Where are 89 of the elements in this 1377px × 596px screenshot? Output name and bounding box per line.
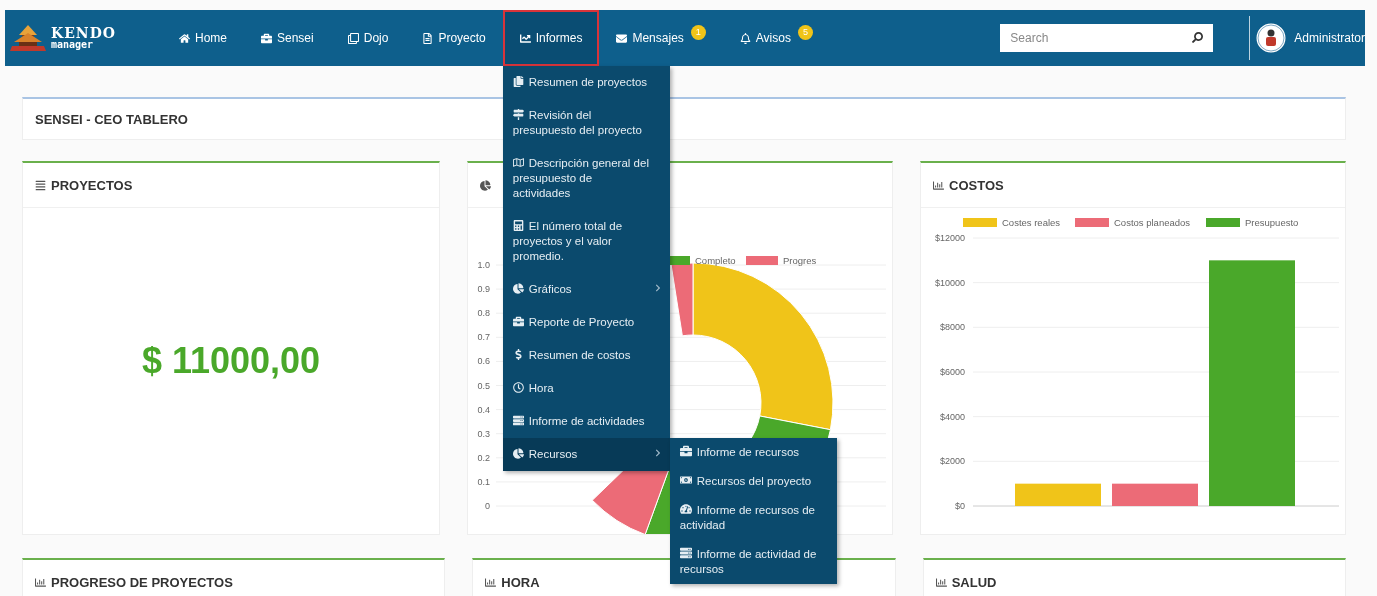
- menu-item[interactable]: Revisión del presupuesto del proyecto: [502, 99, 670, 147]
- axis-label: $4000: [939, 411, 965, 422]
- menu-item[interactable]: Resumen de proyectos: [502, 66, 670, 99]
- menu-item[interactable]: Descripción general del presupuesto de actividades: [502, 147, 670, 210]
- briefcase-icon: [512, 316, 524, 327]
- user-menu[interactable]: Administrator: [1254, 10, 1365, 66]
- axis-label: 0.7: [477, 332, 490, 343]
- card-title: HORA: [501, 574, 540, 590]
- pie-chart-icon: [512, 283, 524, 294]
- axis-label: 1.0: [477, 260, 490, 270]
- list-icon: [35, 179, 46, 191]
- list-icon: [679, 547, 692, 559]
- copy-icon: [512, 76, 524, 87]
- list-icon: [512, 415, 524, 426]
- bar-chart-icon: [933, 179, 944, 191]
- legend-label: Costos planeados: [1114, 217, 1191, 228]
- bar-chart-icon: [485, 576, 497, 588]
- menu-item[interactable]: Informe de actividades: [502, 405, 670, 438]
- nav-link[interactable]: Dojo: [330, 10, 406, 66]
- copy-icon: [347, 32, 359, 44]
- page-title: SENSEI - CEO TABLERO: [35, 111, 188, 127]
- bar-chart-icon: [935, 576, 947, 588]
- axis-label: 0.2: [477, 452, 490, 463]
- nav-link[interactable]: Home: [162, 10, 244, 66]
- axis-label: $6000: [939, 367, 965, 377]
- logo-title: KENDO: [51, 26, 116, 40]
- menu-item[interactable]: Informe de recursos: [669, 438, 837, 467]
- card-title: PROGRESO DE PROYECTOS: [51, 574, 233, 590]
- axis-label: 0.6: [477, 356, 490, 367]
- axis-label: $0: [955, 501, 965, 511]
- legend-label: Completo: [695, 255, 736, 266]
- legend-label: Progres: [783, 255, 817, 266]
- axis-label: 0: [485, 501, 490, 511]
- avatar-icon: [1254, 21, 1289, 55]
- gauge-icon: [679, 503, 692, 515]
- axis-label: $12000: [934, 233, 965, 243]
- document-icon: [422, 32, 434, 44]
- briefcase-icon: [679, 445, 692, 457]
- legend-swatch: [1075, 218, 1109, 227]
- briefcase-icon: [261, 32, 272, 44]
- menu-item[interactable]: El número total de proyectos y el valor promedio.: [502, 210, 670, 273]
- menu-item[interactable]: Recursos: [502, 438, 670, 471]
- card-title: COSTOS: [949, 177, 1004, 193]
- menu-item[interactable]: Informe de recursos de actividad: [669, 496, 837, 540]
- nav-link[interactable]: Proyecto: [405, 10, 503, 66]
- nav-link[interactable]: Informes: [502, 10, 600, 66]
- search-field[interactable]: Search: [1000, 24, 1214, 52]
- axis-label: 0.5: [477, 380, 490, 391]
- menu-item[interactable]: Resumen de costos: [502, 339, 670, 372]
- legend-label: Presupuesto: [1245, 217, 1299, 228]
- menu-item[interactable]: Gráficos: [502, 273, 670, 306]
- map-icon: [512, 157, 524, 168]
- total-amount: $ 11000,00: [141, 340, 321, 382]
- calculator-icon: [512, 220, 524, 231]
- count-badge: 1: [690, 24, 706, 40]
- menu-item[interactable]: Hora: [502, 372, 670, 405]
- menu-item[interactable]: Reporte de Proyecto: [502, 306, 670, 339]
- legend-swatch: [1206, 218, 1240, 227]
- logo-subtitle: manager: [51, 40, 95, 50]
- menu-item[interactable]: Recursos del proyecto: [669, 467, 837, 496]
- signpost-icon: [512, 109, 524, 120]
- card-title: PROYECTOS: [51, 177, 133, 193]
- legend-swatch: [963, 218, 997, 227]
- menu-item[interactable]: Informe de actividad de recursos: [669, 540, 837, 584]
- banknote-icon: [679, 474, 692, 486]
- card-title: SALUD: [951, 574, 997, 590]
- search-icon: [1192, 32, 1204, 43]
- axis-label: 0.9: [477, 284, 490, 295]
- legend-label: Costes reales: [1002, 217, 1061, 228]
- pie-chart-icon: [512, 448, 524, 459]
- axis-label: 0.4: [477, 404, 490, 415]
- clock-icon: [512, 382, 524, 393]
- pie-chart-icon: [480, 179, 491, 191]
- axis-label: $8000: [939, 322, 965, 333]
- bell-icon: [739, 32, 751, 44]
- nav-link[interactable]: Avisos 5: [722, 10, 830, 66]
- axis-label: $2000: [939, 456, 965, 467]
- axis-label: $10000: [934, 277, 965, 288]
- home-icon: [179, 32, 190, 44]
- nav-link[interactable]: Mensajes 1: [599, 10, 723, 66]
- pagoda-logo-icon: [9, 23, 47, 53]
- nav-link[interactable]: Sensei: [244, 10, 331, 66]
- line-chart-icon: [519, 32, 531, 44]
- axis-label: 0.8: [477, 308, 490, 319]
- envelope-icon: [616, 32, 628, 44]
- count-badge: 5: [797, 24, 813, 40]
- axis-label: 0.1: [477, 476, 490, 487]
- bar-chart-icon: [35, 576, 46, 588]
- axis-label: 0.3: [477, 428, 490, 439]
